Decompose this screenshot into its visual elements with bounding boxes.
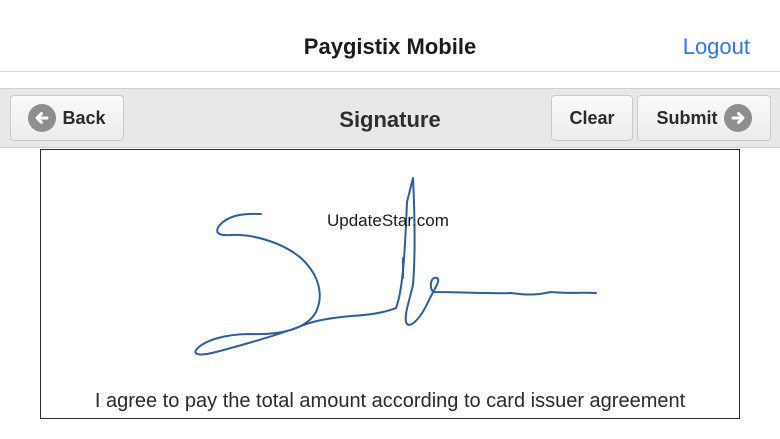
clear-button[interactable]: Clear <box>551 95 633 141</box>
logout-link[interactable]: Logout <box>683 34 750 60</box>
top-navigation-bar: Paygistix Mobile Logout <box>0 0 780 72</box>
signature-ink <box>194 177 597 356</box>
app-title: Paygistix Mobile <box>303 34 477 59</box>
watermark-text: UpdateStar.com <box>327 211 449 230</box>
submit-button[interactable]: Submit <box>637 95 771 141</box>
signature-pad[interactable]: UpdateStar.com I agree to pay the total … <box>40 149 740 419</box>
submit-button-label: Submit <box>656 107 718 128</box>
agreement-text: I agree to pay the total amount accordin… <box>94 390 686 412</box>
app-screen: Paygistix Mobile Logout Back Signature C… <box>0 0 780 439</box>
signature-toolbar: Back Signature Clear Submit <box>0 88 780 148</box>
signature-stroke <box>194 177 597 356</box>
arrow-right-circle-icon <box>723 104 752 132</box>
clear-button-label: Clear <box>569 107 615 128</box>
